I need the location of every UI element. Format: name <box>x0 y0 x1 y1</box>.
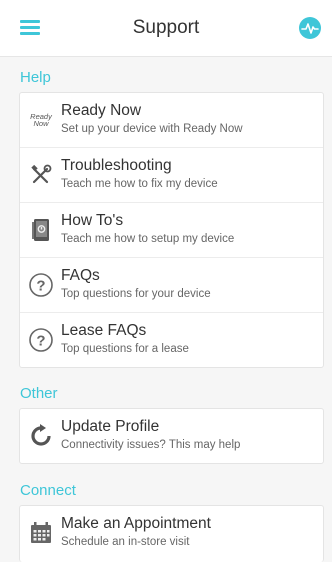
item-subtitle: Schedule an in-store visit <box>61 536 190 548</box>
item-label: How To's <box>61 212 124 229</box>
app-header: Support <box>0 0 332 57</box>
item-label: Ready Now <box>61 102 142 119</box>
activity-pulse-icon[interactable] <box>299 17 321 39</box>
calendar-icon <box>28 520 54 546</box>
item-subtitle: Top questions for a lease <box>61 343 189 355</box>
refresh-profile-icon <box>28 423 54 449</box>
tools-icon <box>28 162 54 188</box>
list-item-how-tos[interactable]: How To's Teach me how to setup my device <box>20 203 323 258</box>
item-subtitle: Set up your device with Ready Now <box>61 123 243 135</box>
list-item-faqs[interactable]: ? FAQs Top questions for your device <box>20 258 323 313</box>
other-card: Update Profile Connectivity issues? This… <box>19 408 324 464</box>
svg-text:?: ? <box>36 278 45 295</box>
list-item-make-appointment[interactable]: Make an Appointment Schedule an in-store… <box>20 506 323 560</box>
list-item-ready-now[interactable]: Ready Now Ready Now Set up your device w… <box>20 93 323 148</box>
section-title-help: Help <box>20 69 51 86</box>
question-icon: ? <box>28 272 54 298</box>
item-label: Make an Appointment <box>61 515 211 532</box>
list-item-troubleshooting[interactable]: Troubleshooting Teach me how to fix my d… <box>20 148 323 203</box>
question-icon: ? <box>28 327 54 353</box>
item-subtitle: Teach me how to fix my device <box>61 178 218 190</box>
item-subtitle: Connectivity issues? This may help <box>61 439 241 451</box>
section-title-connect: Connect <box>20 482 76 499</box>
ready-now-icon: Ready Now <box>28 107 54 133</box>
item-subtitle: Top questions for your device <box>61 288 211 300</box>
svg-text:?: ? <box>36 333 45 350</box>
ready-now-icon-text-bottom: Now <box>33 119 49 128</box>
section-title-other: Other <box>20 385 58 402</box>
list-item-lease-faqs[interactable]: ? Lease FAQs Top questions for a lease <box>20 313 323 367</box>
item-label: Troubleshooting <box>61 157 172 174</box>
device-guide-icon <box>28 217 54 243</box>
item-subtitle: Teach me how to setup my device <box>61 233 235 245</box>
item-label: FAQs <box>61 267 100 284</box>
item-label: Lease FAQs <box>61 322 147 339</box>
list-item-update-profile[interactable]: Update Profile Connectivity issues? This… <box>20 409 323 463</box>
connect-card: Make an Appointment Schedule an in-store… <box>19 505 324 562</box>
item-label: Update Profile <box>61 418 160 435</box>
help-card: Ready Now Ready Now Set up your device w… <box>19 92 324 368</box>
page-title: Support <box>132 17 200 38</box>
